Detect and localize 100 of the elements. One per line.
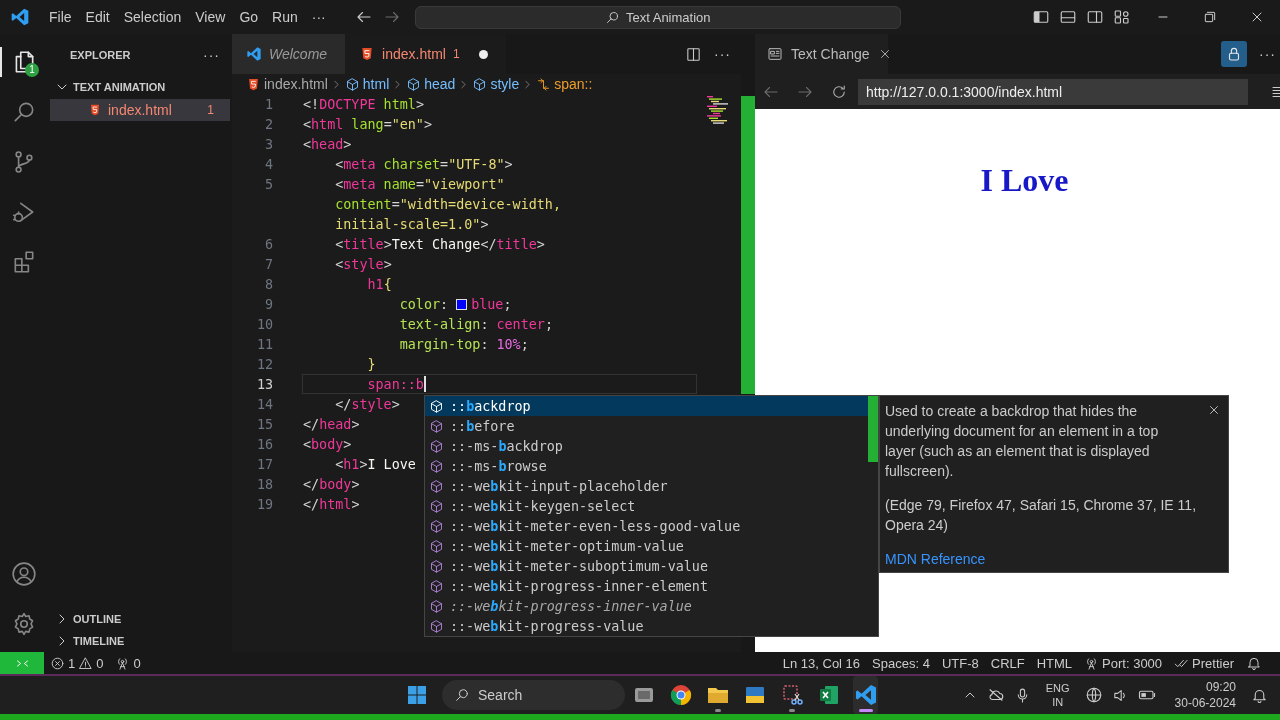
url-field[interactable]: http://127.0.0.1:3000/index.html bbox=[858, 78, 1248, 105]
suggestion-item[interactable]: ::-webkit-progress-inner-value bbox=[425, 596, 868, 616]
close-icon[interactable] bbox=[1207, 403, 1221, 417]
section-header[interactable]: TIMELINE bbox=[48, 630, 232, 652]
minimap-drawing[interactable] bbox=[705, 96, 731, 126]
cube-icon bbox=[472, 76, 488, 92]
suggestion-item[interactable]: ::-webkit-meter-optimum-value bbox=[425, 536, 868, 556]
breadcrumb-item[interactable]: style bbox=[472, 76, 520, 92]
symbol-icon bbox=[536, 76, 552, 92]
line-number: 12 bbox=[255, 356, 274, 372]
code-line: </body> bbox=[303, 476, 360, 492]
suggestion-item[interactable]: ::backdrop bbox=[425, 396, 868, 416]
code-line: color: bbox=[398, 296, 450, 312]
menu-item[interactable]: Go bbox=[232, 6, 266, 28]
cube-icon bbox=[429, 498, 444, 514]
windows-logo-icon[interactable] bbox=[405, 683, 429, 707]
error-icon bbox=[50, 655, 65, 671]
section-header[interactable]: OUTLINE bbox=[48, 608, 232, 630]
code-line: </style> bbox=[334, 396, 400, 412]
page-icon bbox=[767, 46, 783, 62]
secondary-sidebar-toggle-icon[interactable] bbox=[1086, 8, 1104, 26]
bell-icon[interactable] bbox=[1246, 655, 1262, 671]
search-field[interactable]: Search bbox=[442, 680, 625, 710]
app-logo-icon[interactable] bbox=[10, 7, 30, 27]
code-line: content="width=device-width, bbox=[334, 196, 561, 212]
split-editor-icon[interactable] bbox=[685, 45, 702, 63]
taskbar-button[interactable] bbox=[853, 676, 878, 714]
text-cursor bbox=[423, 376, 426, 392]
line-number: 16 bbox=[255, 436, 274, 452]
status-item[interactable]: Spaces: 4 bbox=[866, 652, 936, 674]
html-file-icon bbox=[88, 103, 102, 117]
code-line: <meta charset="UTF-8"> bbox=[334, 156, 513, 172]
suggestion-item[interactable]: ::-webkit-meter-even-less-good-value bbox=[425, 516, 868, 536]
menu-item[interactable]: Edit bbox=[78, 6, 117, 28]
account-icon[interactable] bbox=[11, 561, 37, 587]
notification-badge: 1 bbox=[25, 63, 39, 77]
breadcrumb-item[interactable]: head bbox=[406, 76, 456, 92]
breadcrumb-item[interactable]: span:: bbox=[536, 76, 593, 92]
more-button[interactable]: ··· bbox=[203, 47, 220, 63]
breadcrumb-item[interactable]: html bbox=[344, 76, 390, 92]
clock-time[interactable]: 09:20 bbox=[1205, 679, 1236, 695]
suggestion-item[interactable]: ::-ms-backdrop bbox=[425, 436, 868, 456]
suggestion-item[interactable]: ::-ms-browse bbox=[425, 456, 868, 476]
globe-icon[interactable] bbox=[1084, 686, 1103, 704]
ports-button[interactable]: 0 bbox=[109, 652, 147, 674]
sidebar-toggle-icon[interactable] bbox=[1032, 8, 1050, 26]
status-item[interactable]: Ln 13, Col 16 bbox=[776, 652, 867, 674]
line-number: 17 bbox=[255, 456, 274, 472]
cube-icon bbox=[429, 558, 444, 574]
status-item[interactable]: HTML bbox=[1030, 652, 1079, 674]
browser-tab[interactable]: Text Change bbox=[755, 34, 888, 74]
more-button[interactable]: ··· bbox=[304, 6, 333, 28]
menu-item[interactable]: Selection bbox=[116, 6, 189, 28]
reload-icon[interactable] bbox=[830, 82, 848, 101]
formatter-button[interactable]: Prettier bbox=[1168, 652, 1240, 674]
cube-icon bbox=[429, 478, 444, 494]
suggestion-item[interactable]: ::-webkit-keygen-select bbox=[425, 496, 868, 516]
code-line: <meta name="viewport" bbox=[334, 176, 505, 192]
clock-date[interactable]: 30-06-2024 bbox=[1174, 695, 1236, 711]
cube-icon bbox=[344, 76, 360, 92]
cube-icon bbox=[429, 398, 444, 414]
cube-icon bbox=[429, 518, 444, 534]
suggestion-item[interactable]: ::before bbox=[425, 416, 868, 436]
menu-item[interactable]: Run bbox=[265, 6, 305, 28]
menu-item[interactable]: View bbox=[188, 6, 233, 28]
line-number: 9 bbox=[263, 296, 274, 312]
cube-icon bbox=[429, 438, 444, 454]
lock-button[interactable] bbox=[1221, 41, 1247, 67]
line-number: 2 bbox=[263, 116, 274, 132]
scrollbar-thumb[interactable] bbox=[868, 396, 878, 462]
region-text[interactable]: IN bbox=[1052, 695, 1064, 709]
suggestion-item[interactable]: ::-webkit-input-placeholder bbox=[425, 476, 868, 496]
suggestion-item[interactable]: ::-webkit-meter-suboptimum-value bbox=[425, 556, 868, 576]
menu-item[interactable]: File bbox=[42, 6, 79, 28]
problems-button[interactable]: 1 0 bbox=[44, 652, 110, 674]
code-line: <style> bbox=[334, 256, 392, 272]
cloud-icon[interactable] bbox=[986, 686, 1005, 704]
cube-icon bbox=[406, 76, 422, 92]
more-button[interactable]: ··· bbox=[1259, 46, 1276, 62]
panel-toggle-icon[interactable] bbox=[1059, 8, 1077, 26]
search-icon bbox=[454, 687, 470, 703]
language-text[interactable]: ENG bbox=[1045, 681, 1070, 695]
command-center[interactable]: Text Animation bbox=[414, 5, 901, 29]
suggestion-item[interactable]: ::-webkit-progress-inner-element bbox=[425, 576, 868, 596]
tree-item[interactable]: index.html 1 bbox=[50, 99, 230, 121]
line-number: 14 bbox=[255, 396, 274, 412]
editor-tab[interactable]: Welcome bbox=[232, 34, 346, 74]
status-item[interactable]: CRLF bbox=[984, 652, 1031, 674]
reference-link[interactable]: MDN Reference bbox=[885, 551, 986, 567]
more-button[interactable]: ··· bbox=[714, 46, 731, 62]
warning-icon bbox=[78, 655, 94, 671]
scrollbar-thumb[interactable] bbox=[741, 96, 755, 394]
breadcrumb-item[interactable]: index.html bbox=[246, 76, 328, 92]
code-editor-icon bbox=[853, 683, 878, 707]
section-header[interactable]: TEXT ANIMATION bbox=[48, 76, 232, 98]
customize-layout-icon[interactable] bbox=[1113, 8, 1131, 26]
port-button[interactable]: Port: 3000 bbox=[1078, 652, 1169, 674]
status-item[interactable]: UTF-8 bbox=[935, 652, 985, 674]
suggestion-item[interactable]: ::-webkit-progress-value bbox=[425, 616, 868, 636]
sidebar-title: EXPLORER bbox=[70, 49, 131, 61]
